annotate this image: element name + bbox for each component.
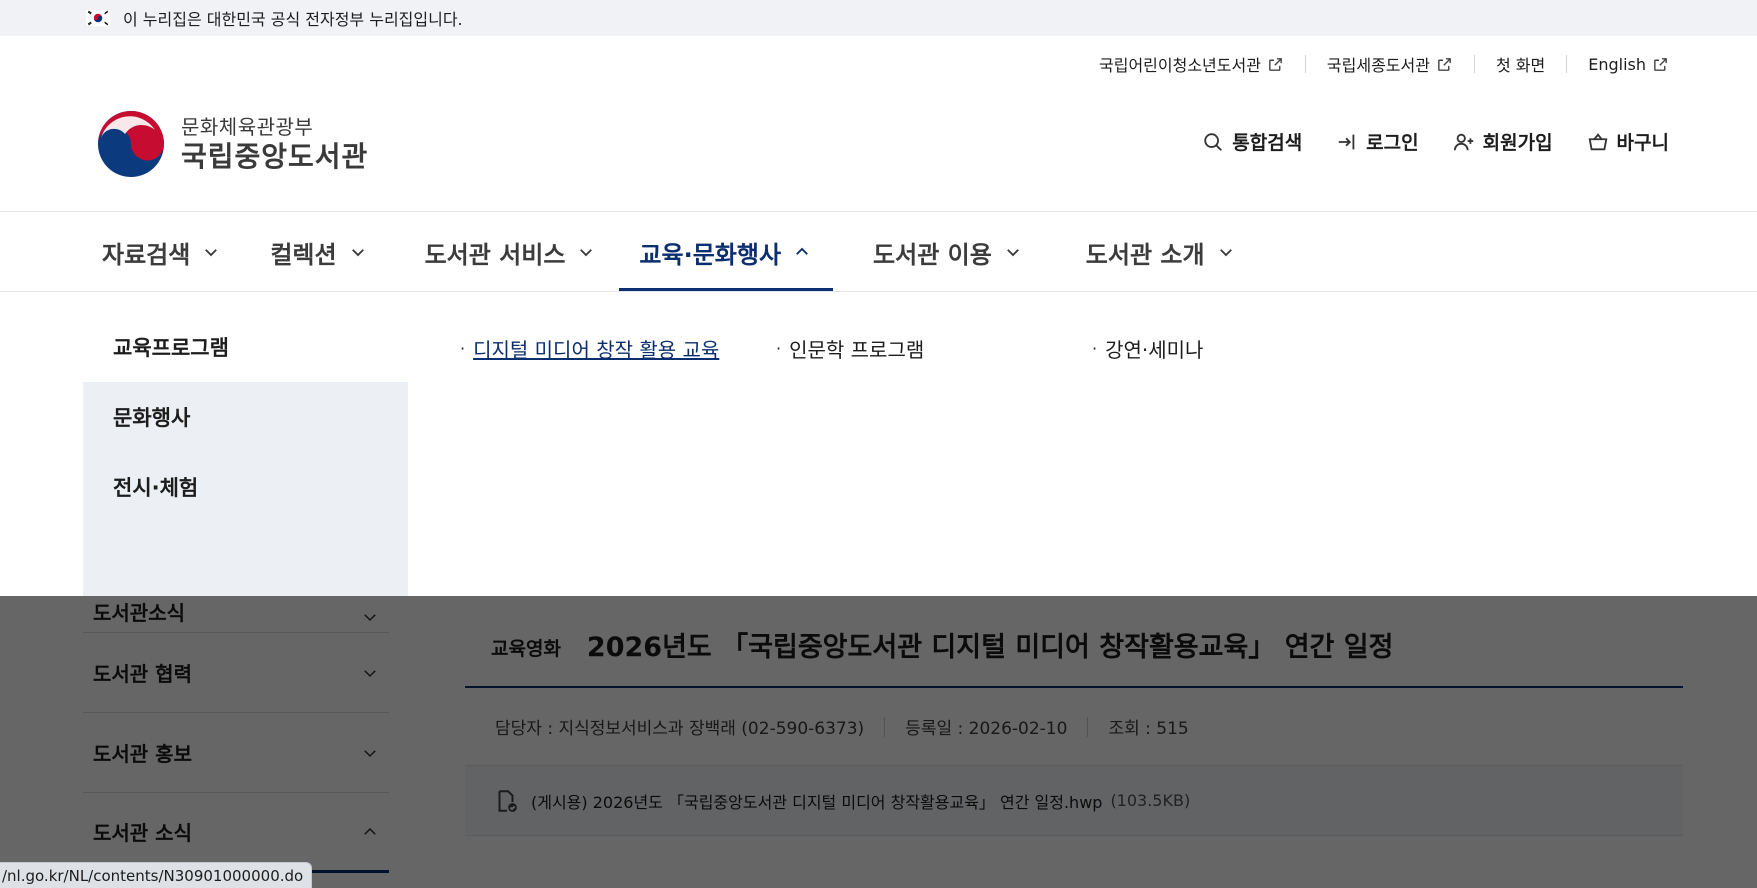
nav-item-search[interactable]: 자료검색 (84, 212, 245, 292)
dropdown-link-digital-media[interactable]: · 디지털 미디어 창작 활용 교육 (460, 334, 776, 363)
dropdown-side-menu: 교육프로그램 문화행사 전시·체험 (83, 312, 408, 596)
nav-item-services[interactable]: 도서관 서비스 (397, 212, 620, 292)
chevron-down-icon (351, 249, 364, 257)
dropdown-link-lectures[interactable]: · 강연·세미나 (1092, 334, 1408, 363)
article-title: 2026년도 「국립중앙도서관 디지털 미디어 창작활용교육」 연간 일정 (586, 632, 1394, 663)
divider (1566, 55, 1568, 73)
util-link-sejong-library[interactable]: 국립세종도서관 (1327, 52, 1453, 76)
korea-flag-icon (85, 9, 111, 27)
header-actions: 통합검색 로그인 회원가입 바구니 (1168, 128, 1669, 155)
dropdown-side-item-education[interactable]: 교육프로그램 (83, 312, 408, 382)
side-nav-item-cooperation[interactable]: 도서관 협력 (83, 633, 389, 713)
divider (1304, 55, 1306, 73)
chevron-down-icon (364, 749, 376, 757)
attachment-name[interactable]: (게시용) 2026년도 「국립중앙도서관 디지털 미디어 창작활용교육」 연간… (531, 789, 1102, 813)
signup-button[interactable]: 회원가입 (1453, 128, 1553, 155)
external-link-icon (1269, 57, 1282, 71)
utility-links: 국립어린이청소년도서관 국립세종도서관 첫 화면 English (1099, 52, 1669, 76)
side-nav-item[interactable]: 도서관소식 (83, 596, 389, 633)
article-category: 교육영화 (491, 638, 561, 660)
login-button[interactable]: 로그인 (1336, 128, 1419, 155)
article-meta: 담당자 : 지식정보서비스과 장백래 (02-590-6373) 등록일 : 2… (465, 688, 1683, 766)
chevron-down-icon (1006, 249, 1019, 257)
util-link-home[interactable]: 첫 화면 (1496, 52, 1545, 76)
util-link-english[interactable]: English (1588, 55, 1669, 74)
logo-name: 국립중앙도서관 (181, 140, 369, 173)
site-logo[interactable]: 문화체육관광부 국립중앙도서관 (95, 108, 368, 180)
external-link-icon (1654, 57, 1667, 71)
attachment-row[interactable]: (게시용) 2026년도 「국립중앙도서관 디지털 미디어 창작활용교육」 연간… (465, 766, 1683, 836)
bullet-icon: · (1092, 339, 1098, 358)
page-content: 도서관소식 도서관 협력 도서관 홍보 도서관 소식 교육영화 2026년도 「… (0, 596, 1757, 888)
article-date: 등록일 : 2026-02-10 (905, 719, 1068, 739)
dropdown-links: · 디지털 미디어 창작 활용 교육 · 인문학 프로그램 · 강연·세미나 (460, 334, 1408, 363)
gov-banner: 이 누리집은 대한민국 공식 전자정부 누리집입니다. (0, 0, 1757, 36)
status-url: /nl.go.kr/NL/contents/N30901000000.do (2, 866, 304, 885)
dropdown-side-item-exhibition[interactable]: 전시·체험 (83, 452, 408, 522)
chevron-down-icon (205, 249, 218, 257)
divider (1473, 55, 1475, 73)
side-nav-item-news[interactable]: 도서관 소식 (83, 793, 389, 873)
basket-icon (1588, 132, 1607, 150)
divider (884, 716, 886, 737)
chevron-up-icon (796, 247, 808, 255)
chevron-down-icon (364, 614, 376, 622)
divider (1087, 716, 1089, 737)
login-icon (1338, 134, 1355, 149)
taegeuk-emblem-icon (98, 111, 164, 177)
main-nav: 자료검색 컬렉션 도서관 서비스 교육·문화행사 도서관 이용 도서관 소개 (84, 212, 1255, 292)
dropdown-side-item-culture[interactable]: 문화행사 (83, 382, 408, 452)
util-link-children-library[interactable]: 국립어린이청소년도서관 (1099, 52, 1284, 76)
user-plus-icon (1453, 133, 1473, 150)
side-nav: 도서관소식 도서관 협력 도서관 홍보 도서관 소식 (83, 596, 389, 873)
chevron-down-icon (580, 249, 593, 257)
search-button[interactable]: 통합검색 (1202, 128, 1302, 155)
attachment-size: (103.5KB) (1110, 791, 1191, 810)
chevron-down-icon (364, 669, 376, 677)
logo-ministry: 문화체육관광부 (181, 115, 314, 139)
dropdown-link-humanities[interactable]: · 인문학 프로그램 (776, 334, 1092, 363)
nav-item-collection[interactable]: 컬렉션 (245, 212, 396, 292)
nav-item-about[interactable]: 도서관 소개 (1052, 212, 1255, 292)
article-views: 조회 : 515 (1108, 719, 1189, 739)
side-nav-item-promotion[interactable]: 도서관 홍보 (83, 713, 389, 793)
chevron-down-icon (1219, 249, 1232, 257)
chevron-up-icon (364, 827, 376, 835)
bullet-icon: · (460, 339, 466, 358)
external-link-icon (1438, 57, 1451, 71)
nav-dropdown-panel: 교육프로그램 문화행사 전시·체험 · 디지털 미디어 창작 활용 교육 · 인문학… (0, 292, 1757, 596)
bullet-icon: · (776, 339, 782, 358)
nav-item-usage[interactable]: 도서관 이용 (833, 212, 1052, 292)
nav-item-education[interactable]: 교육·문화행사 (619, 212, 833, 292)
cart-button[interactable]: 바구니 (1587, 128, 1669, 155)
search-icon (1204, 132, 1223, 151)
file-check-icon (498, 789, 517, 812)
gov-banner-text: 이 누리집은 대한민국 공식 전자정부 누리집입니다. (123, 10, 463, 29)
browser-status-bar: /nl.go.kr/NL/contents/N30901000000.do (0, 862, 313, 888)
article-header: 교육영화 2026년도 「국립중앙도서관 디지털 미디어 창작활용교육」 연간 … (465, 596, 1683, 688)
article-author: 담당자 : 지식정보서비스과 장백래 (02-590-6373) (495, 719, 865, 739)
article: 교육영화 2026년도 「국립중앙도서관 디지털 미디어 창작활용교육」 연간 … (465, 596, 1683, 836)
